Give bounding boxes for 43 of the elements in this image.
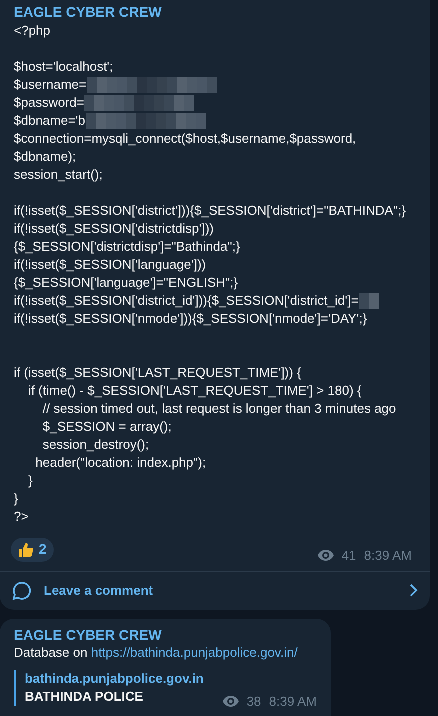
comment-bubble-icon	[12, 580, 32, 600]
code-line: if(!isset($_SESSION['district_id'])){$_SESSION['district_id']=	[14, 292, 359, 310]
message-time: 8:39 AM	[269, 693, 317, 711]
code-line: $connection=mysqli_connect($host,$username,$password,	[14, 130, 358, 148]
preview-site: bathinda.punjabpolice.gov.in	[25, 670, 204, 688]
message-time: 8:39 AM	[364, 547, 412, 565]
code-line: }	[27, 472, 34, 490]
code-line: }	[14, 490, 20, 508]
code-line: if (isset($_SESSION['LAST_REQUEST_TIME'])) {	[14, 364, 302, 382]
chevron-right-icon	[410, 584, 418, 597]
thumbs-up-icon	[18, 542, 34, 558]
code-line: header("location: index.php");	[34, 454, 208, 472]
code-line: session_start();	[14, 166, 104, 184]
link-preview[interactable]: bathinda.punjabpolice.gov.in BATHINDA POLICE	[14, 670, 204, 706]
views-eye-icon	[318, 550, 334, 562]
code-line: {$_SESSION['language']="ENGLISH";}	[14, 274, 240, 292]
code-line: <?php	[14, 22, 52, 40]
message-text: Database on https://bathinda.punjabpolice.gov.in/	[14, 644, 299, 662]
code-line: $password=	[14, 94, 84, 112]
code-line: $dbname='b	[14, 112, 86, 130]
view-count: 38	[246, 693, 262, 711]
code-line: $_SESSION = array();	[42, 418, 173, 436]
code-line: $username=	[14, 76, 87, 94]
leave-comment-button[interactable]: Leave a comment	[0, 572, 430, 610]
redaction-blur	[358, 293, 379, 309]
view-count: 41	[342, 547, 356, 565]
code-line: $dbname);	[14, 148, 78, 166]
code-line: if(!isset($_SESSION['district'])){$_SESSION['district']="BATHINDA";}	[14, 202, 408, 220]
code-line: $host='localhost';	[14, 58, 114, 76]
code-line: if(!isset($_SESSION['language']))	[14, 256, 208, 274]
channel-name[interactable]: EAGLE CYBER CREW	[14, 626, 317, 644]
code-line: // session timed out, last request is longer than 3 minutes ago	[42, 400, 398, 418]
views-eye-icon	[222, 696, 239, 708]
code-line: {$_SESSION['districtdisp']="Bathinda";}	[14, 238, 242, 256]
preview-title: BATHINDA POLICE	[25, 688, 144, 706]
code-line: if (time() - $_SESSION['LAST_REQUEST_TIME'] > 180) {	[27, 382, 363, 400]
code-line: if(!isset($_SESSION['nmode'])){$_SESSION['nmode']='DAY';}	[14, 310, 368, 328]
message-link[interactable]: https://bathinda.punjabpolice.gov.in/	[91, 644, 298, 660]
code-line: if(!isset($_SESSION['districtdisp']))	[14, 220, 216, 238]
code-line: session_destroy();	[42, 436, 150, 454]
code-line: ?>	[14, 508, 30, 526]
reaction-button[interactable]: 2	[11, 538, 54, 562]
channel-name[interactable]: EAGLE CYBER CREW	[14, 3, 416, 21]
